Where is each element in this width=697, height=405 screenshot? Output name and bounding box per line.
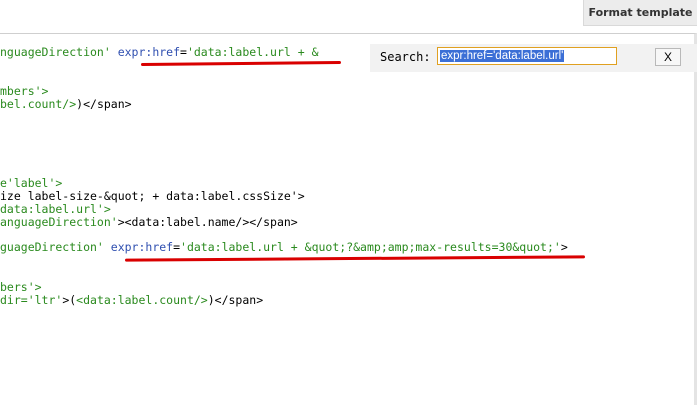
code-token-str: data:label.url'> [0, 202, 111, 216]
code-line-4: e'label'> [0, 176, 62, 190]
code-line-7: anguageDirection'><data:label.name/></sp… [0, 215, 298, 229]
code-token-str: bel.count/> [0, 97, 77, 111]
red-annotation-underline-top [140, 60, 342, 67]
code-line-10: dir='ltr'>(<data:label.count/>)</span> [0, 293, 263, 307]
code-token-str: mbers'> [0, 84, 49, 98]
search-input[interactable]: expr:href='data:label.url' [437, 47, 617, 65]
toolbar: Format template [0, 0, 697, 33]
search-label: Search: [380, 50, 431, 64]
code-token-attr: expr:href [117, 45, 181, 59]
code-line-3: bel.count/>)</span> [0, 97, 132, 111]
format-template-button[interactable]: Format template [583, 0, 697, 26]
code-token-text: = [173, 240, 181, 254]
search-query-selection: expr:href='data:label.url' [440, 50, 565, 62]
code-token-str: <data:label.count/> [76, 293, 208, 307]
code-token-str: 'data:label.url + &quot;?&amp;amp;max-re… [180, 240, 561, 254]
code-token-attr: expr:href [110, 240, 174, 254]
code-token-text: ><data:label.name/></span> [117, 215, 298, 229]
code-line-5: ize label-size-&quot; + data:label.cssSi… [0, 189, 305, 203]
code-token-text: )</span> [76, 97, 132, 111]
code-token-str: nguageDirection' [0, 45, 118, 59]
code-line-1: nguageDirection' expr:href='data:label.u… [0, 45, 319, 59]
code-token-str: bers'> [0, 280, 42, 294]
code-token-text: )</span> [207, 293, 264, 307]
code-token-text: = [180, 45, 187, 59]
code-line-6: data:label.url'> [0, 202, 111, 216]
red-annotation-underline-bottom [124, 255, 586, 262]
code-token-str: guageDirection' [0, 240, 111, 254]
code-line-8: guageDirection' expr:href='data:label.ur… [0, 240, 568, 254]
code-line-2: mbers'> [0, 84, 48, 98]
close-search-button[interactable]: X [655, 48, 681, 66]
template-code-editor[interactable]: nguageDirection' expr:href='data:label.u… [0, 33, 697, 405]
code-token-str: dir='ltr' [0, 293, 63, 307]
search-bar: Search: expr:href='data:label.url' X [370, 44, 697, 72]
code-token-str: e'label'> [0, 176, 63, 190]
code-token-str: anguageDirection' [0, 215, 118, 229]
code-token-text: > [560, 240, 568, 254]
code-line-9: bers'> [0, 280, 42, 294]
code-token-text: >( [62, 293, 77, 307]
code-token-str: 'data:label.url + & [186, 45, 319, 59]
code-token-text: ize label-size-&quot; + data:label.cssSi… [0, 189, 305, 203]
